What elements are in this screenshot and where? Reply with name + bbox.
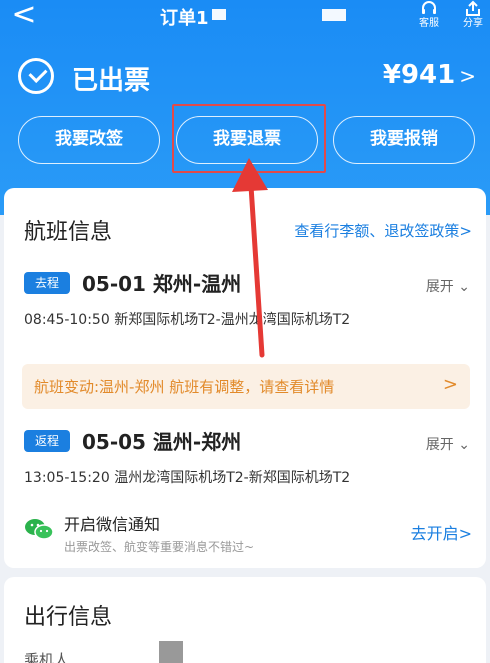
status-text: 已出票 — [72, 66, 151, 96]
back-icon[interactable]: < — [10, 0, 38, 30]
redaction-mask — [159, 641, 183, 663]
share-icon — [456, 0, 490, 18]
wechat-icon — [24, 517, 54, 541]
share-button[interactable]: 分享 — [456, 0, 490, 30]
outbound-expand-button[interactable]: 展开 ⌄ — [426, 276, 470, 296]
price-value: ¥941 — [382, 60, 456, 90]
expand-label: 展开 — [425, 279, 454, 295]
flight-info-card: 航班信息 查看行李额、退改签政策> 去程 05-01 郑州-温州 展开 ⌄ 08… — [4, 188, 486, 568]
chevron-down-icon: ⌄ — [458, 279, 470, 295]
chevron-right-icon: > — [442, 374, 458, 395]
share-label: 分享 — [463, 18, 483, 29]
annotation-highlight-box — [172, 104, 326, 173]
travel-info-card: 出行信息 乘机人 — [4, 577, 486, 663]
return-flight-detail: 13:05-15:20 温州龙湾国际机场T2-新郑国际机场T2 — [24, 470, 351, 486]
return-flight-title: 05-05 温州-郑州 — [82, 430, 242, 454]
customer-service-label: 客服 — [419, 18, 439, 29]
top-nav-bar: < 订单1 客服 分享 — [0, 0, 490, 36]
page-title: 订单1 — [160, 8, 209, 29]
return-expand-button[interactable]: 展开 ⌄ — [426, 434, 470, 454]
flight-change-notice[interactable]: 航班变动:温州-郑州 航班有调整，请查看详情 > — [22, 364, 470, 409]
passenger-label: 乘机人 — [24, 651, 70, 663]
wechat-notify-title: 开启微信通知 — [64, 515, 161, 534]
enable-wechat-link[interactable]: 去开启> — [411, 520, 472, 544]
reimbursement-button[interactable]: 我要报销 — [333, 116, 475, 164]
chevron-right-icon: > — [459, 222, 472, 240]
customer-service-button[interactable]: 客服 — [412, 0, 446, 30]
expand-label: 展开 — [425, 437, 454, 453]
change-ticket-button[interactable]: 我要改签 — [18, 116, 160, 164]
redaction-mask — [322, 9, 346, 21]
travel-section-title: 出行信息 — [24, 605, 113, 630]
wechat-notify-subtitle: 出票改签、航变等重要消息不错过~ — [64, 540, 255, 554]
order-price[interactable]: ¥941 > — [383, 60, 476, 90]
chevron-down-icon: ⌄ — [458, 437, 470, 453]
outbound-badge: 去程 — [24, 272, 70, 294]
chevron-right-icon: > — [459, 64, 476, 88]
return-badge: 返程 — [24, 430, 70, 452]
baggage-policy-link[interactable]: 查看行李额、退改签政策> — [294, 220, 472, 241]
outbound-flight-title: 05-01 郑州-温州 — [82, 272, 242, 296]
flight-change-text: 航班变动:温州-郑州 航班有调整，请查看详情 — [34, 378, 335, 396]
policy-link-text: 查看行李额、退改签政策 — [294, 222, 460, 240]
redaction-mask — [212, 9, 226, 20]
outbound-flight-detail: 08:45-10:50 新郑国际机场T2-温州龙湾国际机场T2 — [24, 312, 351, 328]
headset-icon — [412, 0, 446, 18]
check-circle-icon — [18, 58, 54, 94]
flight-section-title: 航班信息 — [24, 220, 113, 245]
